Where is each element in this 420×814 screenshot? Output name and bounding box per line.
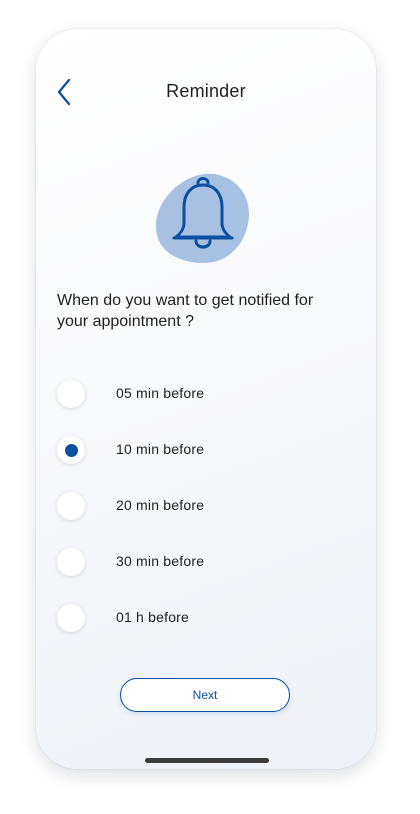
- bell-icon: [156, 173, 250, 263]
- option-01-h[interactable]: 01 h before: [57, 604, 357, 632]
- stage: Reminder When do you want to get notifie…: [0, 0, 420, 814]
- radio-button[interactable]: [57, 548, 85, 576]
- option-05-min[interactable]: 05 min before: [57, 380, 357, 408]
- page-title: Reminder: [166, 81, 246, 101]
- option-20-min[interactable]: 20 min before: [57, 492, 357, 520]
- phone-screen: Reminder When do you want to get notifie…: [36, 29, 376, 769]
- radio-selected-dot: [64, 443, 78, 457]
- question-text: When do you want to get notified for you…: [57, 292, 314, 330]
- option-10-min[interactable]: 10 min before: [57, 436, 357, 464]
- home-indicator: [145, 758, 269, 763]
- reminder-options: 05 min before 10 min before 20 min befor…: [57, 380, 357, 660]
- radio-button[interactable]: [57, 604, 85, 632]
- option-30-min[interactable]: 30 min before: [57, 548, 357, 576]
- bell-illustration: [154, 171, 252, 265]
- radio-button[interactable]: [57, 492, 85, 520]
- option-label: 30 min before: [116, 553, 205, 569]
- next-button[interactable]: Next: [120, 678, 290, 712]
- option-label: 01 h before: [116, 609, 190, 625]
- option-label: 10 min before: [116, 441, 205, 457]
- option-label: 20 min before: [116, 497, 205, 513]
- option-label: 05 min before: [116, 385, 205, 401]
- radio-button-selected[interactable]: [57, 436, 85, 464]
- radio-button[interactable]: [57, 380, 85, 408]
